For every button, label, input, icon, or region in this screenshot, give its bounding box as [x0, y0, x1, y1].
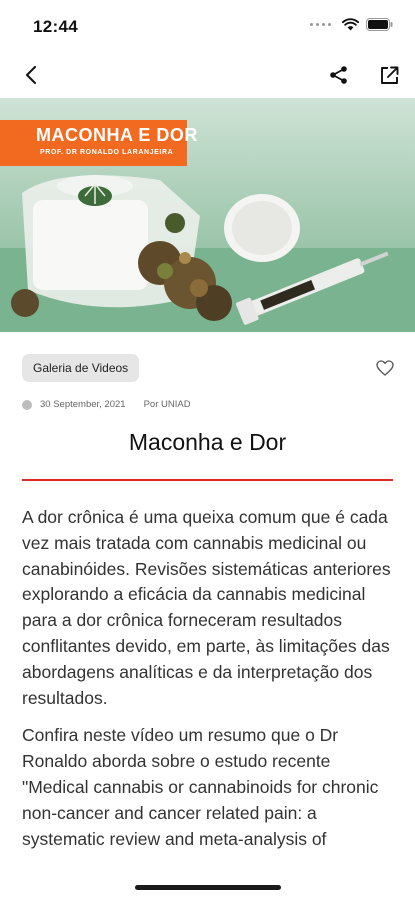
share-button[interactable]: [326, 62, 352, 88]
share-icon: [330, 66, 347, 84]
article-body: A dor crônica é uma queixa comum que é c…: [22, 505, 398, 852]
hero-video-thumbnail[interactable]: MACONHA E DOR PROF. DR RONALDO LARANJEIR…: [0, 98, 415, 332]
open-external-icon: [380, 66, 398, 84]
open-external-button[interactable]: [376, 62, 402, 88]
status-time: 12:44: [33, 17, 78, 36]
navigation-bar: [0, 52, 415, 98]
back-arrow-icon: [26, 66, 36, 84]
hero-banner: MACONHA E DOR PROF. DR RONALDO LARANJEIR…: [0, 120, 197, 166]
article-paragraph: A dor crônica é uma queixa comum que é c…: [22, 507, 391, 708]
article-paragraph: Confira neste vídeo um resumo que o Dr R…: [22, 725, 379, 849]
status-bar: 12:44: [0, 0, 415, 52]
wifi-icon: [342, 18, 359, 31]
hero-banner-subtitle: PROF. DR RONALDO LARANJEIRA: [40, 149, 174, 156]
home-indicator[interactable]: [135, 885, 281, 890]
hero-banner-title: MACONHA E DOR: [36, 125, 198, 145]
article-body-viewport[interactable]: A dor crônica é uma queixa comum que é c…: [0, 332, 415, 862]
back-button[interactable]: [18, 62, 44, 88]
signal-dots-icon: [310, 23, 331, 26]
status-icons: [310, 18, 393, 31]
battery-icon: [366, 18, 393, 31]
